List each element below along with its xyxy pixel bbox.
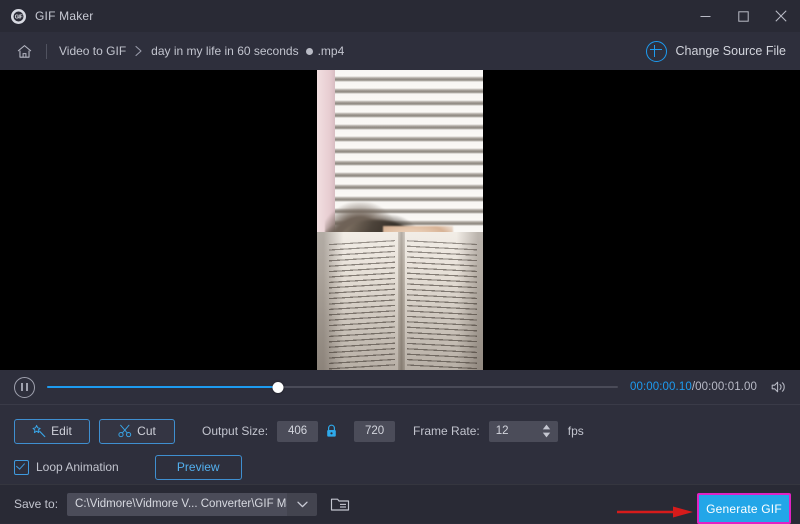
current-time: 00:00:00.10 bbox=[630, 381, 692, 393]
home-icon[interactable] bbox=[13, 40, 35, 62]
window-controls bbox=[686, 0, 800, 32]
spinner-arrows-icon[interactable] bbox=[542, 424, 551, 438]
magic-wand-icon bbox=[32, 424, 46, 438]
output-size-label: Output Size: bbox=[202, 424, 268, 438]
output-width-input[interactable]: 406 bbox=[277, 421, 318, 442]
time-display: 00:00:00.10/00:00:01.00 bbox=[630, 381, 757, 393]
chevron-down-icon[interactable] bbox=[287, 493, 317, 516]
file-separator-dot bbox=[306, 48, 313, 55]
minimize-icon[interactable] bbox=[686, 0, 724, 32]
video-frame[interactable] bbox=[317, 70, 483, 370]
seek-slider[interactable] bbox=[47, 378, 618, 396]
frame-rate-value: 12 bbox=[496, 425, 509, 437]
breadcrumb-divider bbox=[46, 44, 47, 59]
frame-rate-unit: fps bbox=[568, 424, 584, 438]
total-time: 00:00:01.00 bbox=[695, 381, 757, 393]
loop-animation-label: Loop Animation bbox=[36, 460, 119, 474]
seek-progress bbox=[47, 386, 278, 389]
folder-browse-icon[interactable] bbox=[328, 494, 352, 515]
checkbox-icon[interactable] bbox=[14, 460, 29, 475]
video-preview-stage[interactable] bbox=[0, 70, 800, 370]
plus-circle-icon bbox=[646, 41, 667, 62]
loop-animation-checkbox[interactable]: Loop Animation bbox=[14, 460, 119, 475]
edit-button[interactable]: Edit bbox=[14, 419, 90, 444]
pause-icon[interactable] bbox=[14, 377, 35, 398]
lock-icon[interactable] bbox=[325, 424, 338, 438]
close-icon[interactable] bbox=[762, 0, 800, 32]
open-book bbox=[317, 232, 483, 370]
breadcrumb-file: day in my life in 60 seconds .mp4 bbox=[151, 44, 344, 58]
settings-row-primary: Edit Cut Output Size: 406 bbox=[0, 415, 800, 447]
maximize-icon[interactable] bbox=[724, 0, 762, 32]
settings-panel: Edit Cut Output Size: 406 bbox=[0, 405, 800, 484]
frame-rate-stepper[interactable]: 12 bbox=[489, 421, 558, 442]
seek-handle[interactable] bbox=[273, 382, 284, 393]
chevron-right-icon bbox=[134, 45, 143, 57]
change-source-file-label: Change Source File bbox=[676, 44, 786, 58]
svg-text:GIF: GIF bbox=[15, 14, 23, 20]
save-path-input[interactable]: C:\Vidmore\Vidmore V... Converter\GIF Ma… bbox=[67, 493, 287, 516]
title-bar-left: GIF GIF Maker bbox=[0, 9, 93, 24]
generate-gif-button[interactable]: Generate GIF bbox=[697, 493, 791, 524]
book-spine bbox=[398, 232, 405, 370]
output-height-input[interactable]: 720 bbox=[354, 421, 395, 442]
preview-button-label: Preview bbox=[177, 460, 220, 474]
cut-button-label: Cut bbox=[137, 424, 156, 438]
volume-icon[interactable] bbox=[769, 380, 788, 394]
frame-rate-label: Frame Rate: bbox=[413, 424, 480, 438]
playback-bar: 00:00:00.10/00:00:01.00 bbox=[0, 370, 800, 405]
breadcrumb: Video to GIF day in my life in 60 second… bbox=[0, 32, 800, 70]
edit-button-label: Edit bbox=[51, 424, 72, 438]
save-to-label: Save to: bbox=[14, 497, 58, 511]
footer-bar: Save to: C:\Vidmore\Vidmore V... Convert… bbox=[0, 484, 800, 523]
book-page-left bbox=[329, 240, 395, 370]
preview-button[interactable]: Preview bbox=[155, 455, 242, 480]
breadcrumb-file-ext: .mp4 bbox=[318, 44, 345, 58]
breadcrumb-section[interactable]: Video to GIF bbox=[59, 44, 126, 58]
cut-button[interactable]: Cut bbox=[99, 419, 175, 444]
breadcrumb-file-name: day in my life in 60 seconds bbox=[151, 44, 298, 58]
window-title: GIF Maker bbox=[35, 9, 93, 23]
settings-row-secondary: Loop Animation Preview bbox=[0, 450, 800, 484]
book-page-right bbox=[407, 240, 477, 369]
red-arrow-pointer bbox=[615, 506, 695, 518]
gif-logo-icon: GIF bbox=[11, 9, 26, 24]
gif-maker-window: GIF GIF Maker Video to G bbox=[0, 0, 800, 523]
generate-gif-label: Generate GIF bbox=[706, 502, 782, 516]
scissors-icon bbox=[118, 424, 132, 438]
title-bar: GIF GIF Maker bbox=[0, 0, 800, 32]
change-source-file-button[interactable]: Change Source File bbox=[646, 41, 786, 62]
